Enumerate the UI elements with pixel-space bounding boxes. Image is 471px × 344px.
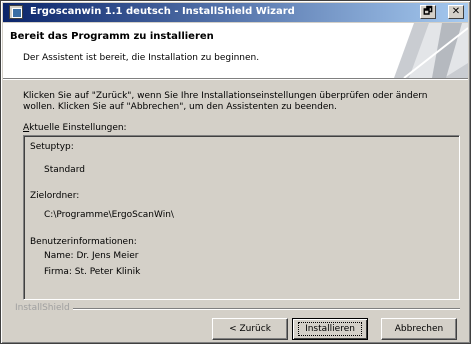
installshield-header-graphic: [394, 23, 468, 78]
cancel-button[interactable]: Abbrechen: [381, 318, 457, 340]
header-separator: [3, 78, 468, 80]
installer-window: Ergoscanwin 1.1 deutsch - InstallShield …: [0, 0, 471, 344]
back-button-label: < Zurück: [229, 324, 271, 334]
page-title: Bereit das Programm zu installieren: [10, 31, 214, 42]
title-bar[interactable]: Ergoscanwin 1.1 deutsch - InstallShield …: [3, 3, 468, 22]
close-button[interactable]: ✕: [448, 5, 464, 19]
back-button[interactable]: < Zurück: [212, 318, 288, 340]
footer-separator: [73, 308, 460, 310]
target-folder-label: Zielordner:: [30, 191, 80, 201]
page-subtitle: Der Assistent ist bereit, die Installati…: [23, 53, 260, 63]
target-folder-value: C:\Programme\ErgoScanWin\: [44, 210, 174, 220]
current-settings-label: Aktuelle Einstellungen:: [23, 123, 127, 133]
window-title: Ergoscanwin 1.1 deutsch - InstallShield …: [30, 6, 295, 17]
user-company: Firma: St. Peter Klinik: [44, 267, 141, 277]
install-button[interactable]: Installieren: [292, 318, 368, 340]
current-settings-box[interactable]: Setuptyp: Standard Zielordner: C:\Progra…: [23, 135, 460, 300]
intro-text: Klicken Sie auf "Zurück", wenn Sie Ihre …: [23, 91, 428, 112]
user-name: Name: Dr. Jens Meier: [44, 251, 139, 261]
cancel-button-label: Abbrechen: [394, 324, 444, 334]
restore-button[interactable]: 🗗: [420, 5, 436, 19]
install-button-label: Installieren: [298, 322, 362, 336]
setup-type-value: Standard: [44, 165, 85, 175]
installshield-brand: InstallShield: [15, 303, 70, 313]
setup-type-label: Setuptyp:: [30, 142, 74, 152]
installer-app-icon: [9, 5, 23, 19]
user-info-label: Benutzerinformationen:: [30, 237, 137, 247]
wizard-header: Bereit das Programm zu installieren Der …: [3, 23, 468, 78]
